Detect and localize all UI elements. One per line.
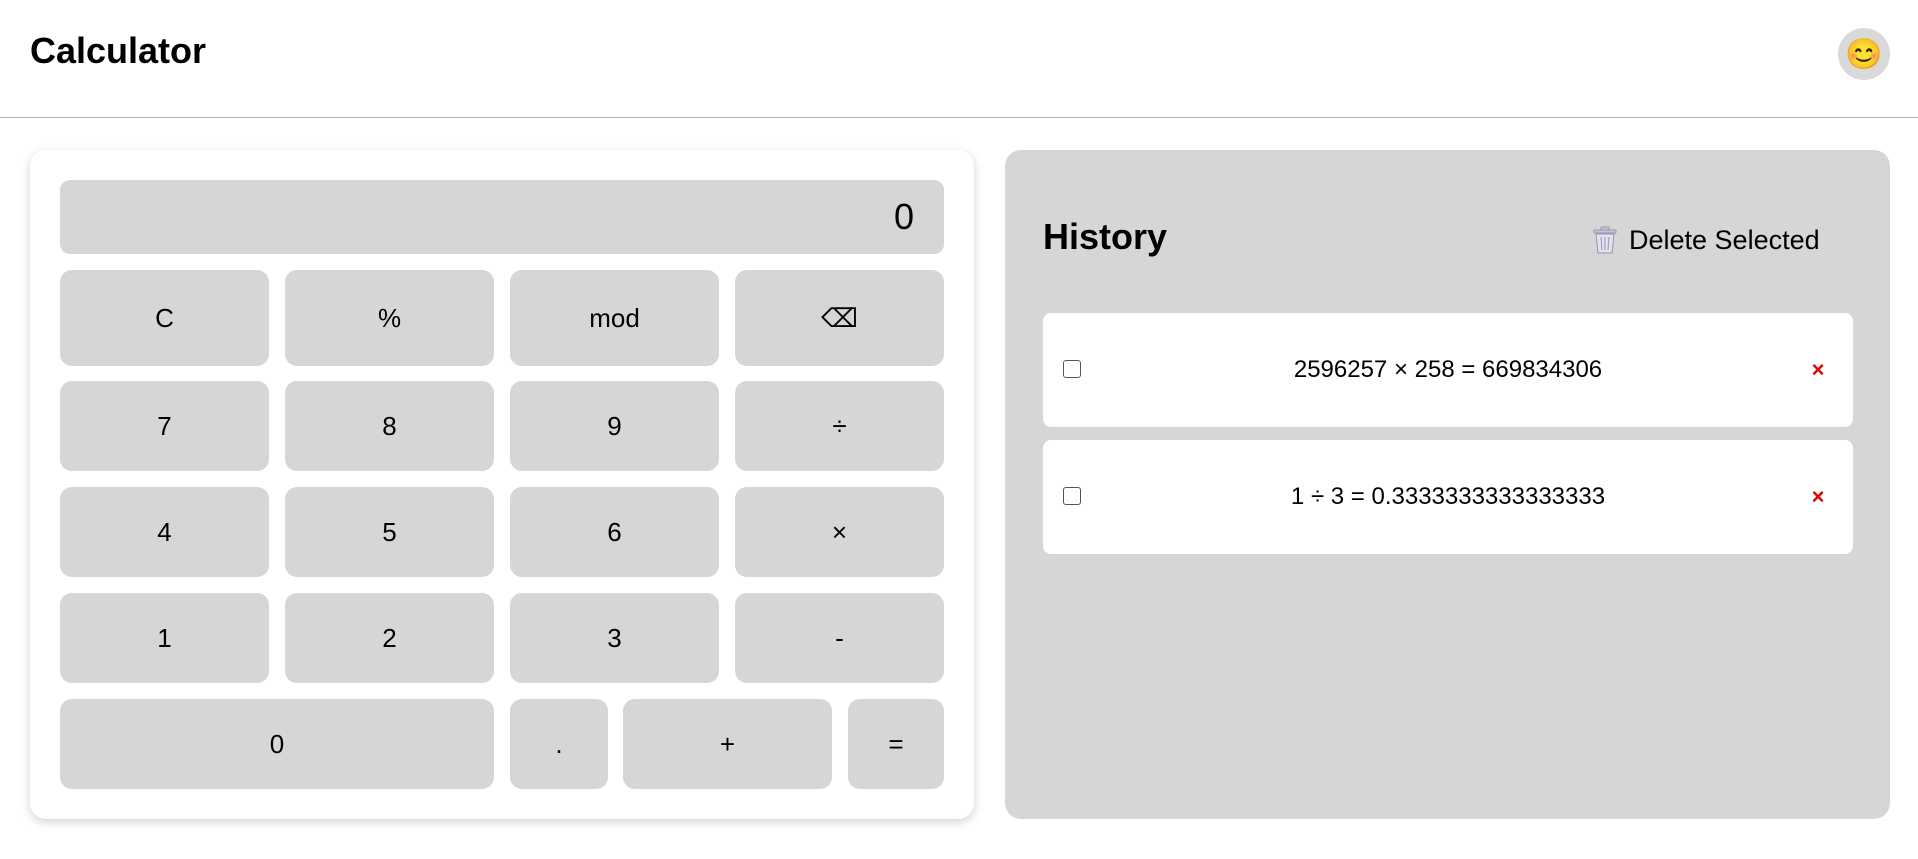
avatar[interactable]: 😊: [1838, 28, 1890, 80]
digit-6-button[interactable]: 6: [510, 487, 719, 577]
history-title: History: [1043, 216, 1168, 257]
trash-icon: [1593, 226, 1617, 254]
entry-expression: 1 ÷ 3 = 0.3333333333333333: [1290, 483, 1606, 510]
equals-button[interactable]: =: [848, 699, 944, 789]
entry-checkbox[interactable]: [1063, 360, 1081, 378]
divide-button[interactable]: ÷: [735, 381, 944, 471]
digit-7-button[interactable]: 7: [60, 381, 269, 471]
history-entry: 2596257 × 258 = 669834306 ×: [1043, 313, 1853, 427]
minus-button[interactable]: -: [735, 593, 944, 683]
mod-button[interactable]: mod: [510, 270, 719, 366]
history-panel: History Delete Selected 2596257 × 258 = …: [1005, 150, 1890, 819]
digit-1-button[interactable]: 1: [60, 593, 269, 683]
remove-entry-icon[interactable]: ×: [1803, 482, 1833, 512]
delete-selected-label: Delete Selected: [1629, 224, 1820, 255]
top-bar: Calculator 😊: [0, 0, 1918, 118]
digit-2-button[interactable]: 2: [285, 593, 494, 683]
digit-4-button[interactable]: 4: [60, 487, 269, 577]
digit-5-button[interactable]: 5: [285, 487, 494, 577]
delete-selected-button[interactable]: Delete Selected: [1591, 220, 1820, 260]
multiply-button[interactable]: ×: [735, 487, 944, 577]
digit-8-button[interactable]: 8: [285, 381, 494, 471]
percent-button[interactable]: %: [285, 270, 494, 366]
decimal-button[interactable]: .: [510, 699, 608, 789]
clear-button[interactable]: C: [60, 270, 269, 366]
remove-entry-icon[interactable]: ×: [1803, 355, 1833, 385]
backspace-button[interactable]: ⌫: [735, 270, 944, 366]
digit-9-button[interactable]: 9: [510, 381, 719, 471]
calculator-display: 0: [60, 180, 944, 254]
app-title: Calculator: [30, 30, 207, 71]
history-entry: 1 ÷ 3 = 0.3333333333333333 ×: [1043, 440, 1853, 554]
plus-button[interactable]: +: [623, 699, 832, 789]
digit-3-button[interactable]: 3: [510, 593, 719, 683]
entry-checkbox[interactable]: [1063, 487, 1081, 505]
entry-expression: 2596257 × 258 = 669834306: [1293, 356, 1603, 383]
digit-0-button[interactable]: 0: [60, 699, 494, 789]
calculator-panel: 0 C % mod ⌫ 7 8 9 ÷ 4 5 6 × 1 2 3 - 0 . …: [30, 150, 974, 819]
